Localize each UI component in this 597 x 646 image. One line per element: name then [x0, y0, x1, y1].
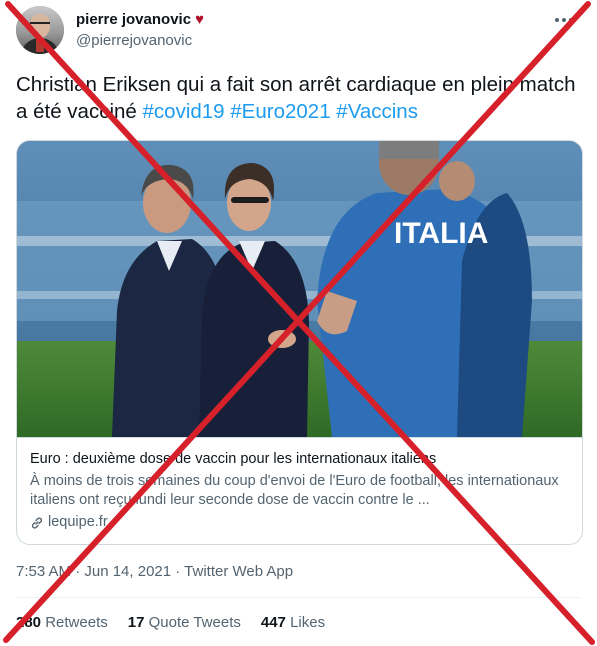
avatar[interactable] — [16, 6, 64, 54]
card-description: À moins de trois semaines du coup d'envo… — [30, 473, 559, 508]
link-icon — [31, 516, 43, 529]
hashtag-covid19[interactable]: #covid19 — [143, 100, 225, 123]
hashtag-euro2021[interactable]: #Euro2021 — [230, 100, 330, 123]
tweet-stats: 280 Retweets 17 Quote Tweets 447 Likes — [16, 614, 325, 631]
stat-quote-tweets-count: 17 — [127, 614, 145, 631]
more-icon[interactable] — [555, 14, 575, 26]
shirt-text: ITALIA — [394, 217, 488, 250]
stat-retweets-count: 280 — [16, 614, 42, 631]
tweet-header: pierre jovanovic ♥ @pierrejovanovic — [16, 6, 581, 58]
stat-retweets[interactable]: 280 Retweets — [16, 614, 108, 631]
heart-icon: ♥ — [195, 11, 204, 28]
stat-retweets-label: Retweets — [45, 614, 108, 631]
card-image[interactable]: ITALIA — [17, 141, 582, 437]
author-handle[interactable]: @pierrejovanovic — [76, 32, 192, 49]
card-photo: ITALIA — [17, 141, 582, 437]
tweet: pierre jovanovic ♥ @pierrejovanovic Chri… — [0, 0, 597, 646]
stat-likes[interactable]: 447 Likes — [261, 614, 325, 631]
divider — [16, 597, 581, 598]
card-source-domain[interactable]: lequipe.fr — [48, 513, 108, 532]
display-name[interactable]: pierre jovanovic — [76, 11, 191, 28]
stat-likes-count: 447 — [260, 614, 286, 631]
stat-quote-tweets-label: Quote Tweets — [148, 614, 241, 631]
stat-quote-tweets[interactable]: 17 Quote Tweets — [128, 614, 241, 631]
hashtag-vaccins[interactable]: #Vaccins — [336, 100, 418, 123]
tweet-text: Christian Eriksen qui a fait son arrêt c… — [16, 71, 581, 125]
card-source[interactable]: lequipe.fr — [30, 513, 569, 532]
link-card[interactable]: ITALIA Euro : deuxième dose de vaccin po… — [16, 140, 583, 545]
card-title[interactable]: Euro : deuxième dose de vaccin pour les … — [30, 450, 569, 469]
author-name-row[interactable]: pierre jovanovic ♥ — [76, 11, 204, 28]
stat-likes-label: Likes — [290, 614, 326, 631]
card-body[interactable]: Euro : deuxième dose de vaccin pour les … — [17, 437, 582, 544]
tweet-timestamp[interactable]: 7:53 AM · Jun 14, 2021 · Twitter Web App — [16, 563, 293, 580]
